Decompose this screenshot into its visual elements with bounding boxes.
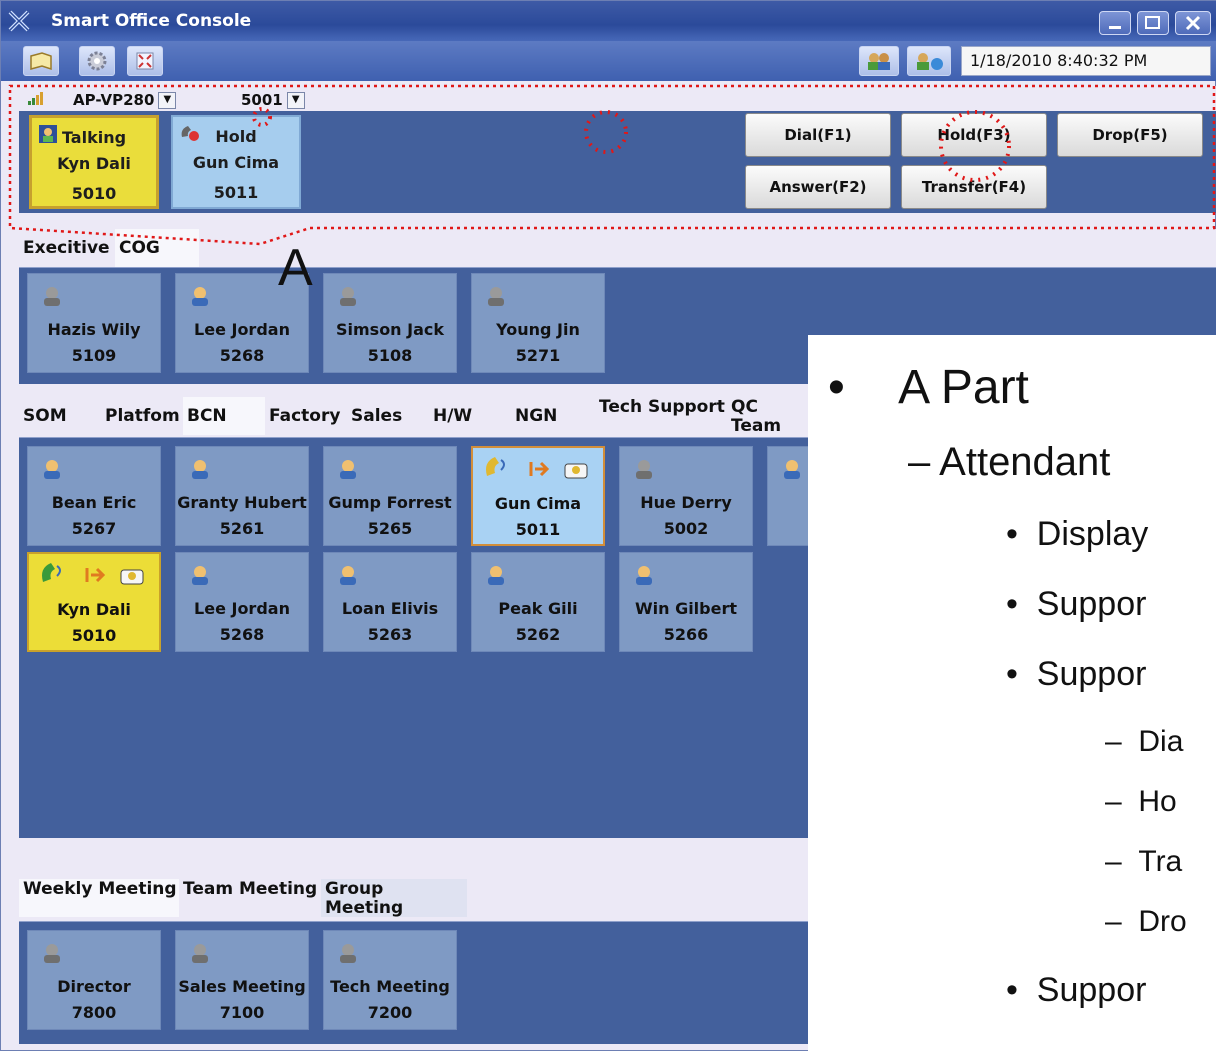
slide-bullet-level3: • Suppor xyxy=(1006,655,1147,693)
slide-overlay: • A Part – Attendant • Display • Suppor … xyxy=(808,335,1216,1051)
slide-bullet-level4: – Tra xyxy=(1105,845,1183,878)
slide-bullet-level2: – Attendant xyxy=(908,440,1111,484)
slide-bullet-level4: – Ho xyxy=(1105,785,1177,818)
slide-bullet-level3: • Display xyxy=(1006,515,1149,553)
slide-bullet-level3: • Suppor xyxy=(1006,585,1147,623)
annotation-label: A xyxy=(278,239,313,297)
slide-bullet-level4: – Dro xyxy=(1105,905,1187,938)
slide-bullet-level1: • A Part xyxy=(828,361,1029,414)
slide-bullet-level3: • Suppor xyxy=(1006,971,1147,1009)
slide-bullet-level4: – Dia xyxy=(1105,725,1184,758)
